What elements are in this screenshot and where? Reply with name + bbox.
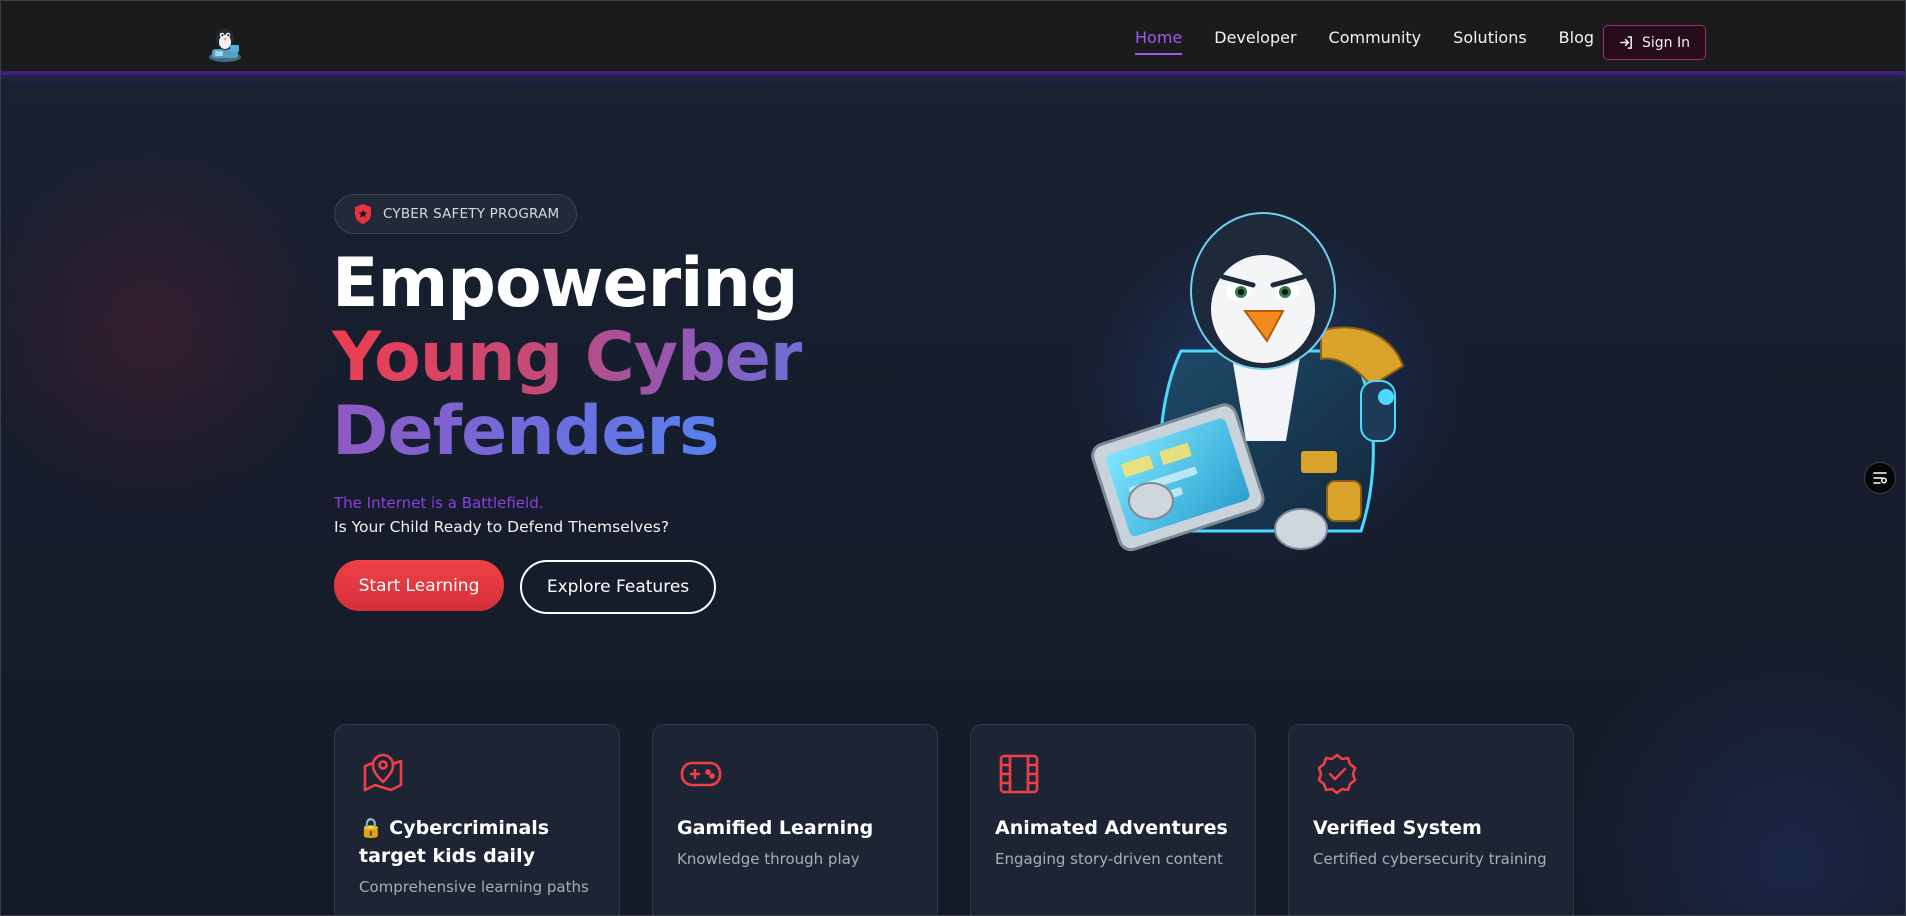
feature-card[interactable]: 🔒 Cybercriminals target kids daily Compr… (334, 724, 620, 915)
badge-label: CYBER SAFETY PROGRAM (383, 206, 560, 222)
verified-badge-icon (1317, 753, 1357, 795)
gamepad-icon (680, 761, 722, 787)
feature-card[interactable]: Animated Adventures Engaging story-drive… (970, 724, 1256, 915)
headline-line-3: Defenders (332, 395, 802, 469)
floating-settings-button[interactable] (1864, 462, 1896, 494)
feature-card[interactable]: Gamified Learning Knowledge through play (652, 724, 938, 915)
hero-tagline: The Internet is a Battlefield. (334, 494, 544, 512)
feature-card-description: Comprehensive learning paths (359, 878, 589, 896)
feature-card-title: Verified System (1313, 817, 1482, 839)
sign-in-label: Sign In (1642, 34, 1690, 51)
top-navbar: Home Developer Community Solutions Blog … (1, 1, 1905, 75)
nav-developer-link[interactable]: Developer (1214, 28, 1296, 55)
feature-card-description: Knowledge through play (677, 850, 860, 868)
hero-subtagline: Is Your Child Ready to Defend Themselves… (334, 518, 670, 536)
sliders-icon (1873, 472, 1887, 484)
start-learning-button[interactable]: Start Learning (334, 560, 504, 611)
feature-card-title: Animated Adventures (995, 817, 1228, 839)
nav-home-link[interactable]: Home (1135, 28, 1183, 55)
nav-community-link[interactable]: Community (1329, 28, 1422, 55)
penguin-mascot-illustration (1036, 181, 1491, 601)
explore-features-button[interactable]: Explore Features (520, 560, 716, 614)
headline-line-1: Empowering (332, 244, 799, 323)
program-badge: CYBER SAFETY PROGRAM (334, 194, 577, 234)
film-icon (999, 754, 1039, 794)
feature-card[interactable]: Verified System Certified cybersecurity … (1288, 724, 1574, 915)
feature-card-title: Gamified Learning (677, 817, 874, 839)
main-nav: Home Developer Community Solutions Blog (1135, 28, 1626, 55)
sign-in-button[interactable]: Sign In (1603, 25, 1706, 60)
feature-card-title: 🔒 Cybercriminals target kids daily (359, 817, 550, 867)
hero-headline: Empowering Young Cyber Defenders (332, 244, 803, 469)
sign-in-icon (1620, 36, 1632, 49)
nav-blog-link[interactable]: Blog (1559, 28, 1594, 55)
feature-card-description: Engaging story-driven content (995, 850, 1223, 868)
nav-solutions-link[interactable]: Solutions (1453, 28, 1527, 55)
feature-card-description: Certified cybersecurity training (1313, 850, 1547, 868)
headline-line-2: Young Cyber (332, 318, 803, 397)
map-pin-icon (363, 753, 403, 792)
penguin-logo-icon[interactable] (204, 21, 246, 63)
shield-star-icon (355, 204, 371, 224)
landing-page: Home Developer Community Solutions Blog … (0, 0, 1906, 916)
